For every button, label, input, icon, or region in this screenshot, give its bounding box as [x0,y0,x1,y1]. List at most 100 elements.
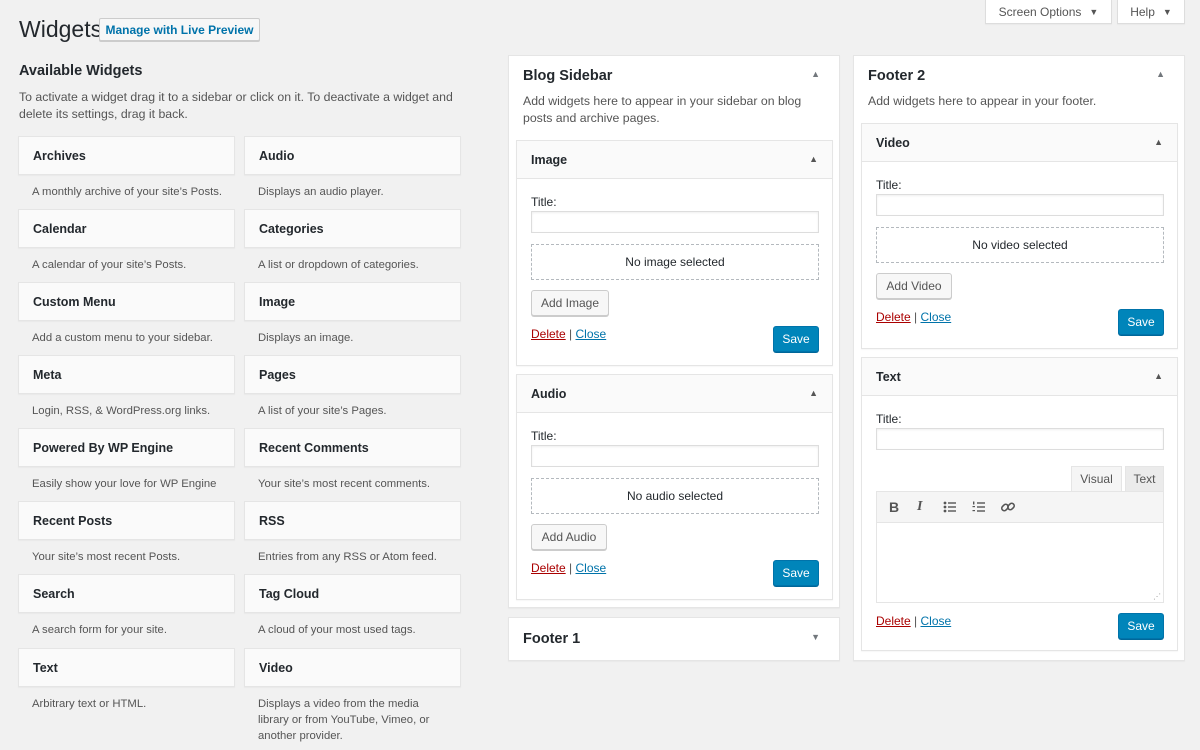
tab-text[interactable]: Text [1125,466,1164,491]
add-video-button[interactable]: Add Video [876,273,952,299]
widget-categories[interactable]: Categories [244,209,461,248]
widget-audio-desc: Displays an audio player. [258,186,384,198]
text-widget-name: Text [876,370,901,384]
widget-text[interactable]: Text [18,648,235,687]
save-button[interactable]: Save [1118,309,1164,335]
available-widgets-description: To activate a widget drag it to a sideba… [19,90,453,121]
widget-powered-by-wp-engine-desc: Easily show your love for WP Engine [32,478,217,490]
title-input[interactable] [531,211,819,233]
link-separator: | [914,310,918,324]
collapse-arrow-icon[interactable]: ▲ [809,388,818,398]
widget-pages-desc: A list of your site’s Pages. [258,405,387,417]
title-label: Title: [531,195,557,209]
widget-video-desc: Displays a video from the media library … [258,698,430,742]
save-button[interactable]: Save [773,326,819,352]
tab-visual[interactable]: Visual [1071,466,1122,491]
bold-button[interactable]: B [889,499,899,515]
widget-tag-cloud[interactable]: Tag Cloud [244,574,461,613]
collapse-arrow-icon[interactable]: ▲ [811,69,820,79]
close-link[interactable]: Close [576,327,607,341]
manage-live-preview-button[interactable]: Manage with Live Preview [99,18,260,41]
bullet-list-icon[interactable] [943,500,957,517]
close-link[interactable]: Close [921,310,952,324]
resize-handle-icon[interactable]: ⋰ [1153,592,1161,601]
no-audio-placeholder[interactable]: No audio selected [531,478,819,514]
widget-video[interactable]: Video [244,648,461,687]
save-button[interactable]: Save [773,560,819,586]
close-link[interactable]: Close [921,614,952,628]
audio-widget-name: Audio [531,387,567,401]
collapse-arrow-icon[interactable]: ▲ [1154,137,1163,147]
widget-meta-desc: Login, RSS, & WordPress.org links. [32,405,211,417]
widget-recent-comments[interactable]: Recent Comments [244,428,461,467]
widget-control-links: Delete | Close [876,614,951,628]
widget-recent-posts[interactable]: Recent Posts [18,501,235,540]
collapse-arrow-icon[interactable]: ▲ [1156,69,1165,79]
editor-toolbar: B I [876,491,1164,523]
widget-categories-desc: A list or dropdown of categories. [258,259,419,271]
screen-options-label: Screen Options [998,4,1082,19]
title-label: Title: [876,412,902,426]
image-widget-header[interactable]: Image ▲ [517,141,832,179]
caret-down-icon: ▼ [1089,6,1099,17]
footer-2-panel: Footer 2 ▲ Add widgets here to appear in… [853,55,1185,661]
footer-1-panel[interactable]: Footer 1 ▼ [508,617,840,661]
delete-link[interactable]: Delete [876,614,911,628]
help-label: Help [1130,4,1155,19]
widget-tag-cloud-desc: A cloud of your most used tags. [258,624,416,636]
close-link[interactable]: Close [576,561,607,575]
widget-audio[interactable]: Audio [244,136,461,175]
delete-link[interactable]: Delete [876,310,911,324]
link-separator: | [569,561,573,575]
available-widgets-heading: Available Widgets [19,63,143,79]
title-input[interactable] [876,428,1164,450]
widget-recent-posts-desc: Your site’s most recent Posts. [32,551,181,563]
collapse-arrow-icon[interactable]: ▲ [1154,371,1163,381]
add-audio-button[interactable]: Add Audio [531,524,607,550]
widget-image[interactable]: Image [244,282,461,321]
save-button[interactable]: Save [1118,613,1164,639]
no-video-placeholder[interactable]: No video selected [876,227,1164,263]
widget-custom-menu[interactable]: Custom Menu [18,282,235,321]
widget-custom-menu-desc: Add a custom menu to your sidebar. [32,332,213,344]
widget-archives-desc: A monthly archive of your site’s Posts. [32,186,223,198]
delete-link[interactable]: Delete [531,561,566,575]
audio-widget: Audio ▲ Title: No audio selected Add Aud… [516,374,833,600]
widget-calendar-desc: A calendar of your site’s Posts. [32,259,187,271]
title-label: Title: [876,178,902,192]
widget-search[interactable]: Search [18,574,235,613]
italic-button[interactable]: I [917,499,922,515]
image-widget: Image ▲ Title: No image selected Add Ima… [516,140,833,366]
text-editor-area[interactable]: ⋰ [876,523,1164,603]
numbered-list-icon[interactable] [972,500,986,517]
widget-control-links: Delete | Close [531,327,606,341]
video-widget-header[interactable]: Video ▲ [862,124,1177,162]
collapse-arrow-icon[interactable]: ▲ [809,154,818,164]
widget-powered-by-wp-engine[interactable]: Powered By WP Engine [18,428,235,467]
screen-options-tab[interactable]: Screen Options ▼ [985,0,1112,24]
widget-text-desc: Arbitrary text or HTML. [32,698,147,710]
title-input[interactable] [876,194,1164,216]
text-widget: Text ▲ Title: Visual Text B I ⋰ Delete |… [861,357,1178,651]
widget-rss[interactable]: RSS [244,501,461,540]
widget-calendar[interactable]: Calendar [18,209,235,248]
title-input[interactable] [531,445,819,467]
widget-meta[interactable]: Meta [18,355,235,394]
no-image-placeholder[interactable]: No image selected [531,244,819,280]
help-tab[interactable]: Help ▼ [1117,0,1185,24]
add-image-button[interactable]: Add Image [531,290,609,316]
widget-control-links: Delete | Close [531,561,606,575]
audio-widget-header[interactable]: Audio ▲ [517,375,832,413]
expand-arrow-icon[interactable]: ▼ [811,632,820,642]
text-widget-header[interactable]: Text ▲ [862,358,1177,396]
widget-pages[interactable]: Pages [244,355,461,394]
footer-2-description: Add widgets here to appear in your foote… [868,94,1097,108]
widget-search-desc: A search form for your site. [32,624,167,636]
blog-sidebar-description: Add widgets here to appear in your sideb… [523,94,802,125]
delete-link[interactable]: Delete [531,327,566,341]
blog-sidebar-title: Blog Sidebar [523,68,613,84]
link-icon[interactable] [1000,499,1016,518]
image-widget-name: Image [531,153,568,167]
widget-archives[interactable]: Archives [18,136,235,175]
footer-2-title: Footer 2 [868,68,926,84]
